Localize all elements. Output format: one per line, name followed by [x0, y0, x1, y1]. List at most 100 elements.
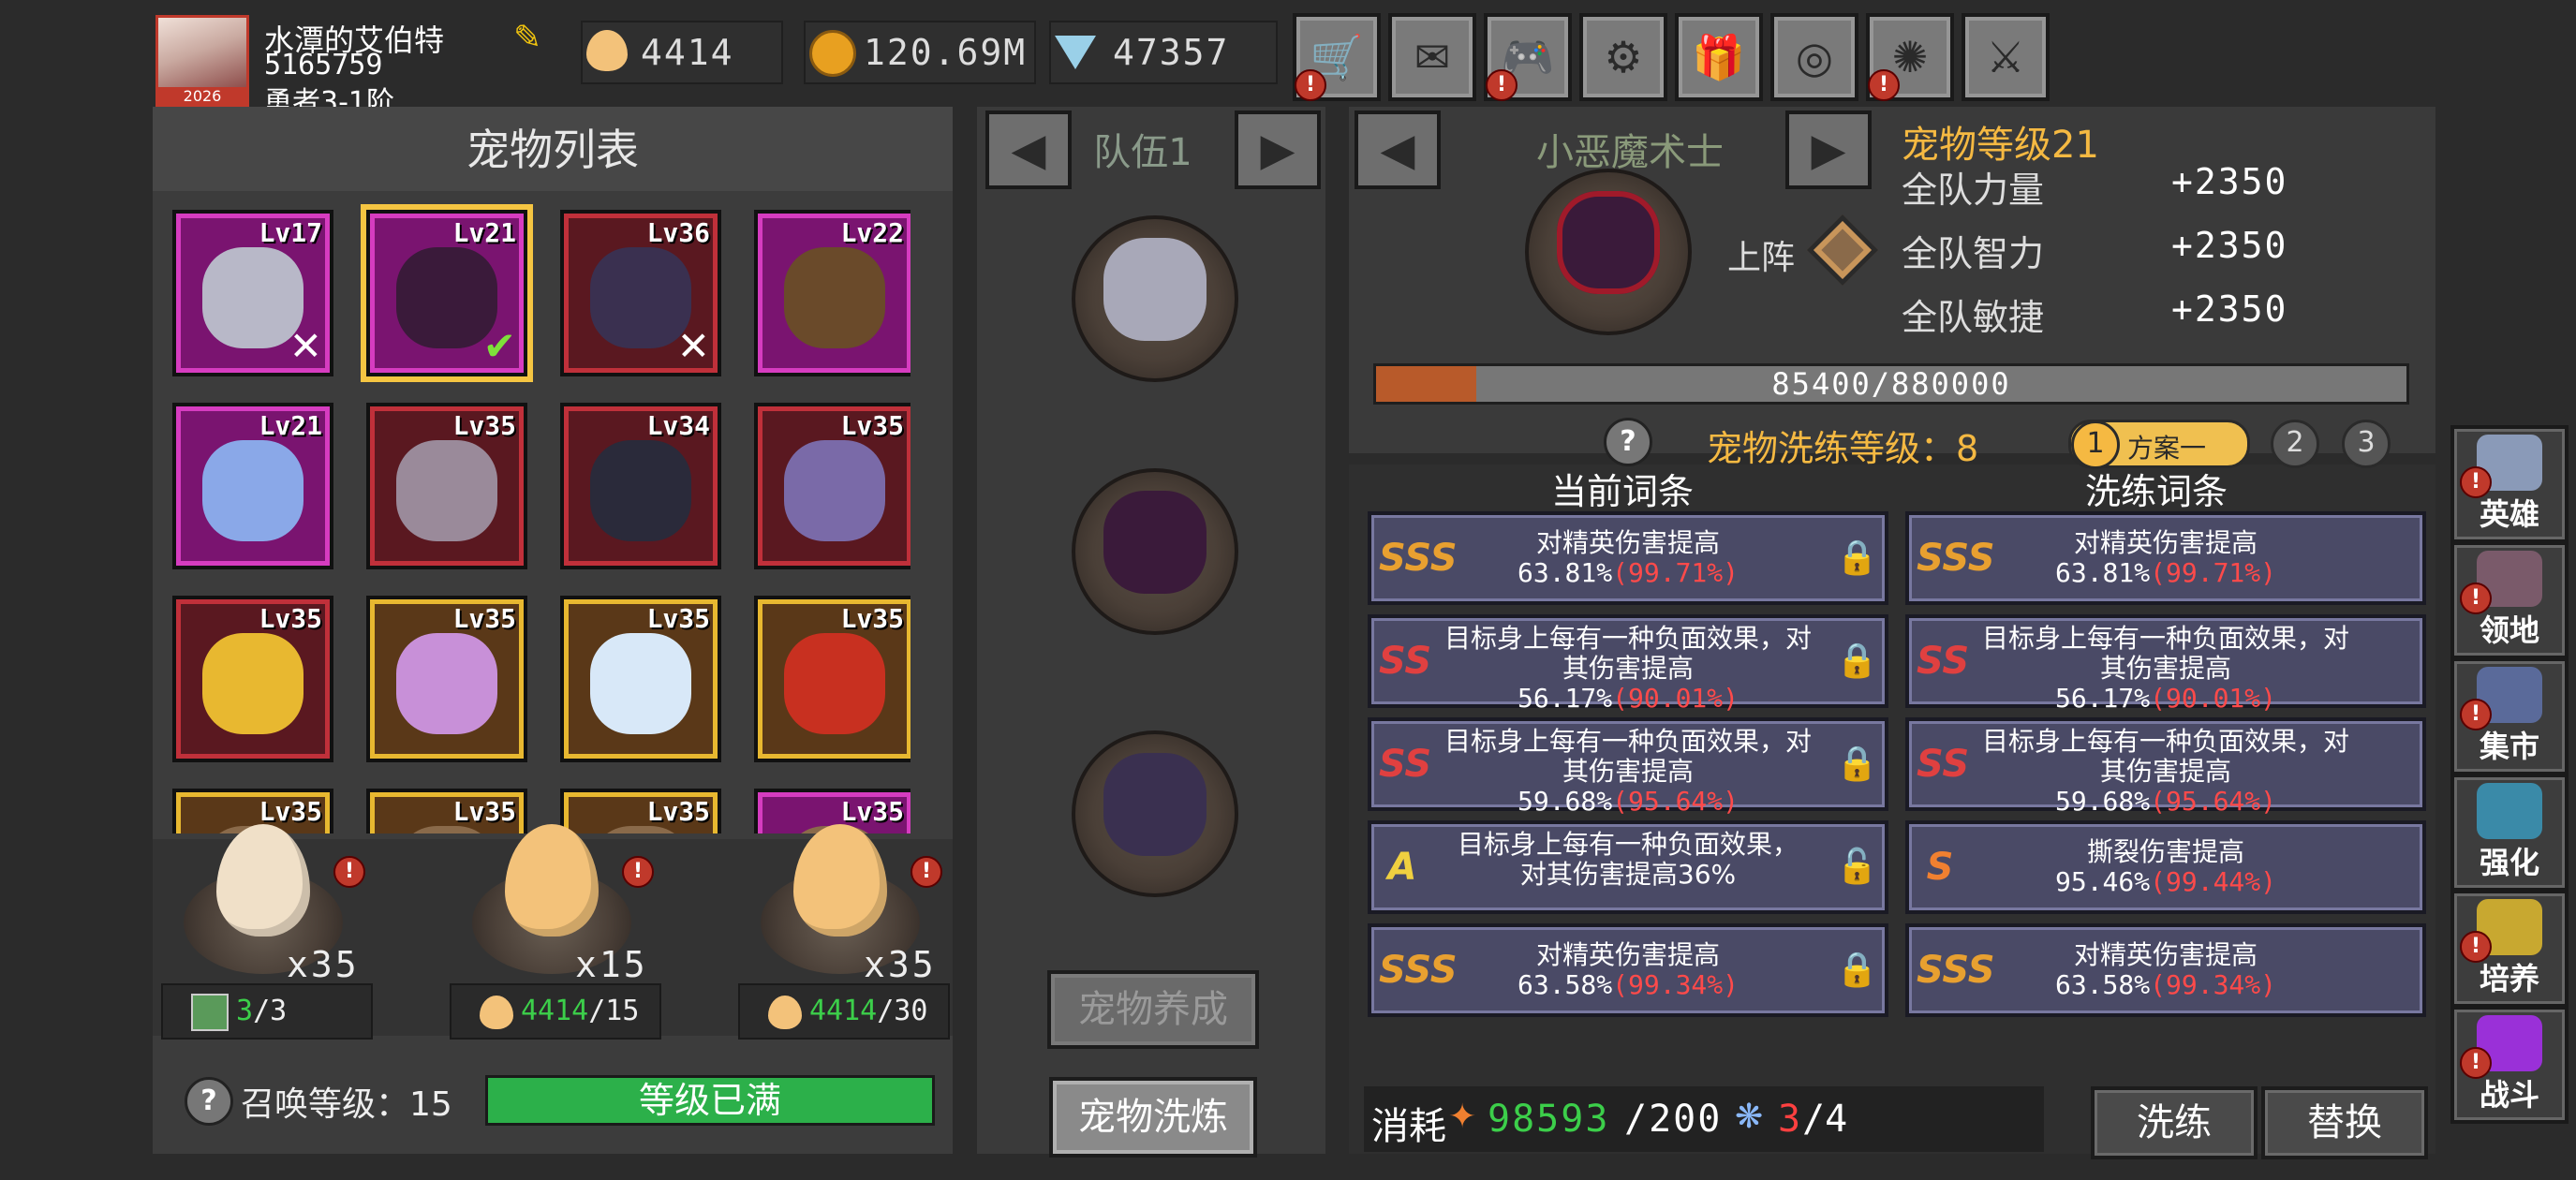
affix-grade: SSS: [1379, 537, 1458, 580]
affix-row[interactable]: A 目标身上每有一种负面效果， 对其伤害提高36% 🔓: [1368, 820, 1888, 914]
toolbar-button-gift[interactable]: 🎁: [1675, 13, 1763, 101]
alert-badge: !: [1295, 69, 1326, 101]
affix-text: 对精英伤害提高 63.58%(99.34%): [1965, 940, 2366, 1000]
toolbar-button-crossed-swords[interactable]: ⚔: [1962, 13, 2050, 101]
toolbar-button-mail[interactable]: ✉: [1388, 13, 1476, 101]
pet-grid[interactable]: Lv17 ✕ Lv21 ✔ Lv36 ✕ Lv22 Lv21 Lv35 Lv34 Lv35 Lv35 L…: [161, 197, 910, 833]
lock-icon[interactable]: 🔒: [1836, 639, 1878, 684]
sidebar-button-portal[interactable]: 战斗!: [2450, 1006, 2569, 1124]
toolbar-button-color-wheel[interactable]: ◎: [1770, 13, 1858, 101]
pet-sprite: [784, 247, 885, 348]
pet-wash-button[interactable]: 宠物洗炼: [1049, 1077, 1257, 1158]
affix-row[interactable]: SSS 对精英伤害提高 63.58%(99.34%) 🔒: [1368, 923, 1888, 1017]
affix-row[interactable]: SS 目标身上每有一种负面效果，对 其伤害提高 59.68%(95.64%) 🔒: [1368, 717, 1888, 817]
affix-line1: 目标身上每有一种负面效果，对: [1981, 726, 2349, 757]
pet-card[interactable]: Lv34: [560, 403, 721, 569]
affix-text: 对精英伤害提高 63.81%(99.71%): [1965, 528, 2366, 588]
affix-grade: SS: [1917, 640, 1970, 683]
pet-card[interactable]: Lv35: [754, 596, 910, 762]
gear-icon: ⚙: [1604, 32, 1643, 82]
affix-row[interactable]: SSS 对精英伤害提高 63.81%(99.71%) 🔒: [1368, 511, 1888, 605]
sidebar-button-crystal[interactable]: 强化: [2450, 774, 2569, 892]
sidebar-button-market[interactable]: 集市!: [2450, 657, 2569, 775]
toolbar-button-gear[interactable]: ⚙: [1579, 13, 1667, 101]
sidebar-button-helmet[interactable]: 英雄!: [2450, 425, 2569, 543]
stat-label: 全队敏捷: [1902, 297, 2045, 338]
sidebar-button-chalice[interactable]: 培养!: [2450, 890, 2569, 1008]
team-slot[interactable]: [1072, 215, 1238, 382]
edit-name-icon[interactable]: ✎: [513, 19, 551, 57]
plan-tab-1[interactable]: 1 方案一: [2068, 420, 2250, 469]
affix-value: 63.81%: [1517, 557, 1613, 588]
sidebar-label: 强化: [2479, 845, 2539, 880]
pet-level-badge: Lv17: [259, 217, 322, 248]
pet-card[interactable]: Lv22: [754, 210, 910, 376]
egg-cost-have: 4414: [809, 995, 878, 1027]
affix-value: 63.58%: [1517, 969, 1613, 1000]
replace-button[interactable]: 替换: [2261, 1086, 2428, 1159]
unlock-icon[interactable]: 🔓: [1836, 845, 1878, 890]
affix-row[interactable]: SSS 对精英伤害提高 63.81%(99.71%): [1905, 511, 2426, 605]
pet-card[interactable]: Lv35: [560, 789, 721, 833]
affix-row[interactable]: SS 目标身上每有一种负面效果，对 其伤害提高 56.17%(90.01%) 🔒: [1368, 614, 1888, 714]
pet-prev-button[interactable]: ◀: [1355, 111, 1441, 189]
pet-card[interactable]: Lv21: [172, 403, 333, 569]
affix-percent: (95.64%): [2150, 786, 2276, 817]
affix-row[interactable]: SS 目标身上每有一种负面效果，对 其伤害提高 56.17%(90.01%): [1905, 614, 2426, 714]
help-icon[interactable]: ?: [185, 1077, 233, 1126]
cost1-have: 98593: [1488, 1098, 1610, 1141]
current-affix-title: 当前词条: [1551, 471, 1695, 512]
affix-grade: SS: [1379, 640, 1432, 683]
pet-card[interactable]: Lv17 ✕: [172, 210, 333, 376]
egg-cost: 3/3: [161, 983, 373, 1040]
pet-sprite: [1103, 491, 1207, 594]
lock-icon[interactable]: 🔒: [1836, 742, 1878, 787]
pet-card[interactable]: Lv35: [366, 403, 527, 569]
pet-card[interactable]: Lv35: [366, 596, 527, 762]
affix-row[interactable]: S 撕裂伤害提高 95.46%(99.44%): [1905, 820, 2426, 914]
pet-train-button[interactable]: 宠物养成: [1047, 970, 1259, 1049]
plan-tab-3[interactable]: 3: [2342, 420, 2391, 468]
resource-gold: 120.69M: [804, 21, 1036, 84]
sidebar-button-castle[interactable]: 领地!: [2450, 541, 2569, 659]
team-slot[interactable]: [1072, 730, 1238, 897]
egg-count: x15: [575, 944, 648, 985]
affix-line2: 63.81%(99.71%): [1965, 558, 2366, 588]
pet-card[interactable]: Lv36 ✕: [560, 210, 721, 376]
team-slot[interactable]: [1072, 468, 1238, 635]
pet-next-button[interactable]: ▶: [1785, 111, 1872, 189]
pet-card[interactable]: Lv35: [366, 789, 527, 833]
pet-card[interactable]: Lv35: [172, 596, 333, 762]
toolbar-button-gamepad[interactable]: 🎮!: [1484, 13, 1572, 101]
lock-icon[interactable]: 🔒: [1836, 536, 1878, 581]
toolbar-button-shop-cart[interactable]: 🛒!: [1293, 13, 1381, 101]
gift-icon: 🎁: [1692, 31, 1746, 82]
team-next-button[interactable]: ▶: [1235, 111, 1321, 189]
pet-sprite: [202, 633, 303, 734]
affix-grade: SSS: [1917, 537, 1995, 580]
egg-coin-icon: [586, 30, 628, 71]
player-avatar[interactable]: 2026: [155, 15, 249, 109]
lock-icon[interactable]: 🔒: [1836, 948, 1878, 993]
affix-row[interactable]: SS 目标身上每有一种负面效果，对 其伤害提高 59.68%(95.64%): [1905, 717, 2426, 817]
pet-sprite: [590, 440, 691, 541]
team-prev-button[interactable]: ◀: [985, 111, 1072, 189]
summon-status: 等级已满: [485, 1075, 935, 1126]
ad-video-icon: [191, 993, 229, 1031]
pet-card[interactable]: Lv35: [754, 403, 910, 569]
pet-sprite: [784, 440, 885, 541]
plan-tab-2[interactable]: 2: [2271, 420, 2319, 468]
pet-card[interactable]: Lv21 ✔: [366, 210, 527, 376]
wash-help-icon[interactable]: ?: [1604, 418, 1652, 466]
affix-row[interactable]: SSS 对精英伤害提高 63.58%(99.34%): [1905, 923, 2426, 1017]
cost2-have: 3: [1778, 1098, 1801, 1141]
affix-value: 63.58%: [2054, 969, 2151, 1000]
pet-sprite: [202, 440, 303, 541]
affix-line2: 56.17%(90.01%): [1965, 684, 2366, 714]
wash-button[interactable]: 洗练: [2091, 1086, 2258, 1159]
egg-coin-value: 4414: [641, 32, 734, 73]
toolbar-button-fireworks[interactable]: ✺!: [1866, 13, 1954, 101]
pet-level-badge: Lv21: [259, 410, 322, 441]
pet-card[interactable]: Lv35: [560, 596, 721, 762]
pet-sprite: [396, 440, 497, 541]
